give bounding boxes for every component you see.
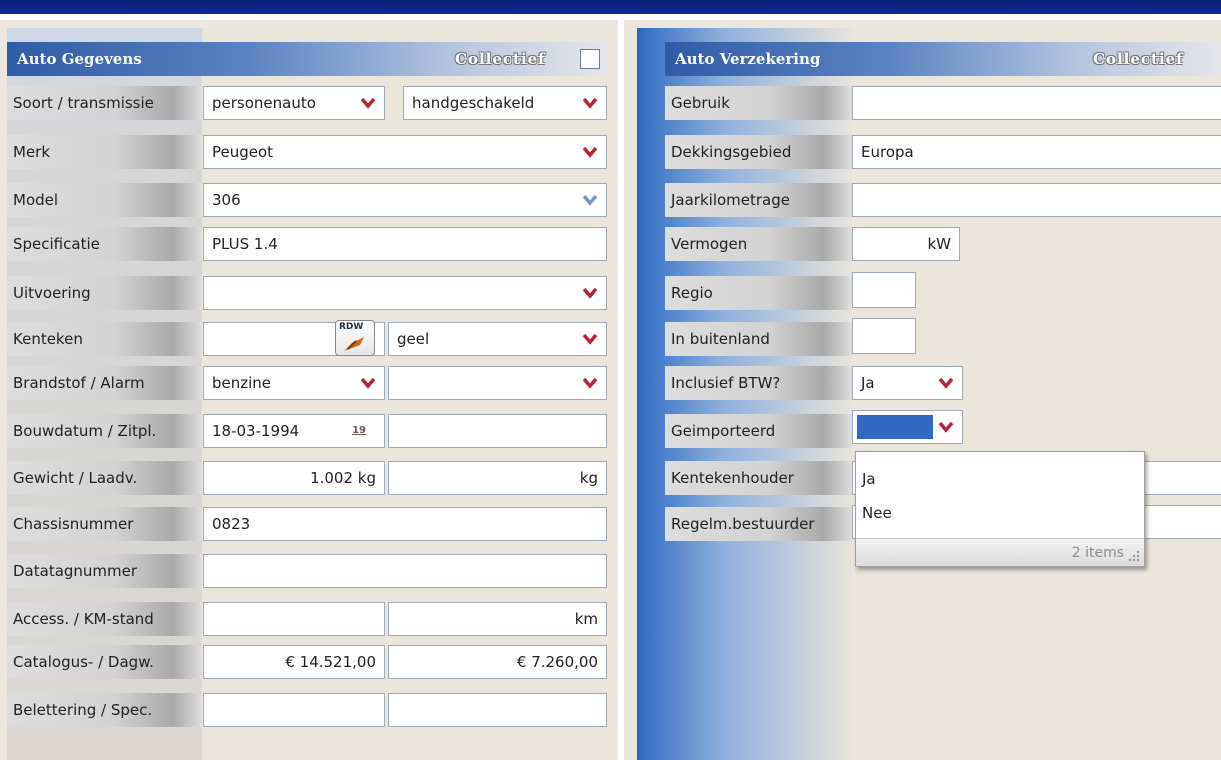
label-in-buitenland: In buitenland <box>665 322 852 356</box>
chassisnummer-input[interactable]: 0823 <box>203 507 607 541</box>
dropdown-option-ja[interactable]: Ja <box>862 470 876 488</box>
uitvoering-select[interactable] <box>203 276 607 310</box>
calendar-icon[interactable]: 19 <box>352 415 366 447</box>
gewicht-input[interactable]: 1.002 kg <box>203 461 385 495</box>
chevron-down-icon[interactable] <box>582 97 598 109</box>
collectief-label-right: Collectief <box>1093 50 1184 68</box>
zitplaatsen-input[interactable] <box>388 414 607 448</box>
laadvermogen-input[interactable]: kg <box>388 461 607 495</box>
chevron-down-icon[interactable] <box>582 194 598 206</box>
chevron-down-icon[interactable] <box>582 146 598 158</box>
label-specificatie: Specificatie <box>7 227 202 261</box>
dropdown-option-nee[interactable]: Nee <box>862 504 892 522</box>
label-geimporteerd: Geimporteerd <box>665 414 852 448</box>
regio-input[interactable] <box>852 272 916 308</box>
kenteken-kleur-select[interactable]: geel <box>388 322 607 356</box>
chevron-down-icon[interactable] <box>582 333 598 345</box>
collectief-checkbox-left[interactable] <box>580 49 600 69</box>
geimporteerd-dropdown-list: Ja Nee 2 items <box>855 451 1145 567</box>
model-value: 306 <box>212 191 241 209</box>
dropdown-item-count: 2 items <box>1071 545 1124 561</box>
label-model: Model <box>7 183 202 217</box>
label-soort-transmissie: Soort / transmissie <box>7 86 202 120</box>
btw-value: Ja <box>861 374 875 392</box>
cataloguswaarde-input[interactable]: € 14.521,00 <box>203 645 385 679</box>
transmissie-select[interactable]: handgeschakeld <box>403 86 607 120</box>
merk-select[interactable]: Peugeot <box>203 135 607 169</box>
auto-gegevens-title: Auto Gegevens <box>17 50 142 68</box>
window-top-bar <box>0 0 1221 20</box>
jaarkilometrage-input[interactable] <box>852 183 1221 217</box>
geimporteerd-select[interactable] <box>852 410 963 444</box>
label-uitvoering: Uitvoering <box>7 276 202 310</box>
soort-select[interactable]: personenauto <box>203 86 385 120</box>
collectief-label-left: Collectief <box>455 50 546 68</box>
label-kentekenhouder: Kentekenhouder <box>665 461 852 495</box>
btw-select[interactable]: Ja <box>852 366 963 400</box>
alarm-select[interactable] <box>388 366 607 400</box>
rdw-lookup-button[interactable]: RDW <box>335 320 375 356</box>
vermogen-input[interactable]: kW <box>852 227 960 261</box>
geimporteerd-selected-highlight <box>857 415 933 439</box>
bouwdatum-value: 18-03-1994 <box>212 422 300 440</box>
dropdown-footer: 2 items <box>856 538 1144 566</box>
kenteken-kleur-value: geel <box>397 330 430 348</box>
rdw-label: RDW <box>339 322 364 332</box>
label-catalogus-dagw: Catalogus- / Dagw. <box>7 645 202 679</box>
label-gebruik: Gebruik <box>665 86 852 120</box>
belettering-input[interactable] <box>203 693 385 727</box>
label-jaarkilometrage: Jaarkilometrage <box>665 183 852 217</box>
resize-grip-icon[interactable] <box>1128 550 1140 562</box>
label-kenteken: Kenteken <box>7 322 202 356</box>
transmissie-value: handgeschakeld <box>412 94 535 112</box>
label-regio: Regio <box>665 276 852 310</box>
label-brandstof-alarm: Brandstof / Alarm <box>7 366 202 400</box>
label-access-kmstand: Access. / KM-stand <box>7 602 202 636</box>
label-inclusief-btw: Inclusief BTW? <box>665 366 852 400</box>
label-gewicht-laadv: Gewicht / Laadv. <box>7 461 202 495</box>
chevron-down-icon[interactable] <box>938 377 954 389</box>
dekkingsgebied-input[interactable]: Europa <box>852 135 1221 169</box>
chevron-down-icon[interactable] <box>360 97 376 109</box>
chevron-down-icon[interactable] <box>582 377 598 389</box>
label-chassisnummer: Chassisnummer <box>7 507 202 541</box>
datatagnummer-input[interactable] <box>203 554 607 588</box>
specificatie-input[interactable]: PLUS 1.4 <box>203 227 607 261</box>
chevron-down-icon[interactable] <box>582 287 598 299</box>
gebruik-input[interactable] <box>852 86 1221 120</box>
chevron-down-icon[interactable] <box>360 377 376 389</box>
panel-divider <box>618 20 624 760</box>
label-regelm-bestuurder: Regelm.bestuurder <box>665 507 852 541</box>
buitenland-input[interactable] <box>852 318 916 354</box>
accessoires-input[interactable] <box>203 602 385 636</box>
model-select[interactable]: 306 <box>203 183 607 217</box>
label-belettering-spec: Belettering / Spec. <box>7 693 202 727</box>
soort-value: personenauto <box>212 94 316 112</box>
auto-gegevens-header: Auto Gegevens Collectief <box>7 42 607 76</box>
chevron-down-icon[interactable] <box>938 421 954 433</box>
brandstof-select[interactable]: benzine <box>203 366 385 400</box>
label-merk: Merk <box>7 135 202 169</box>
auto-verzekering-header: Auto Verzekering Collectief <box>665 42 1221 76</box>
bouwdatum-input[interactable]: 18-03-1994 19 <box>203 414 385 448</box>
spec-input[interactable] <box>388 693 607 727</box>
label-bouwdatum-zitpl: Bouwdatum / Zitpl. <box>7 414 202 448</box>
auto-verzekering-title: Auto Verzekering <box>675 50 821 68</box>
rdw-car-icon <box>344 337 364 351</box>
merk-value: Peugeot <box>212 143 274 161</box>
dagwaarde-input[interactable]: € 7.260,00 <box>388 645 607 679</box>
label-datatagnummer: Datatagnummer <box>7 554 202 588</box>
label-vermogen: Vermogen <box>665 227 852 261</box>
brandstof-value: benzine <box>212 374 272 392</box>
kmstand-input[interactable]: km <box>388 602 607 636</box>
label-dekkingsgebied: Dekkingsgebied <box>665 135 852 169</box>
